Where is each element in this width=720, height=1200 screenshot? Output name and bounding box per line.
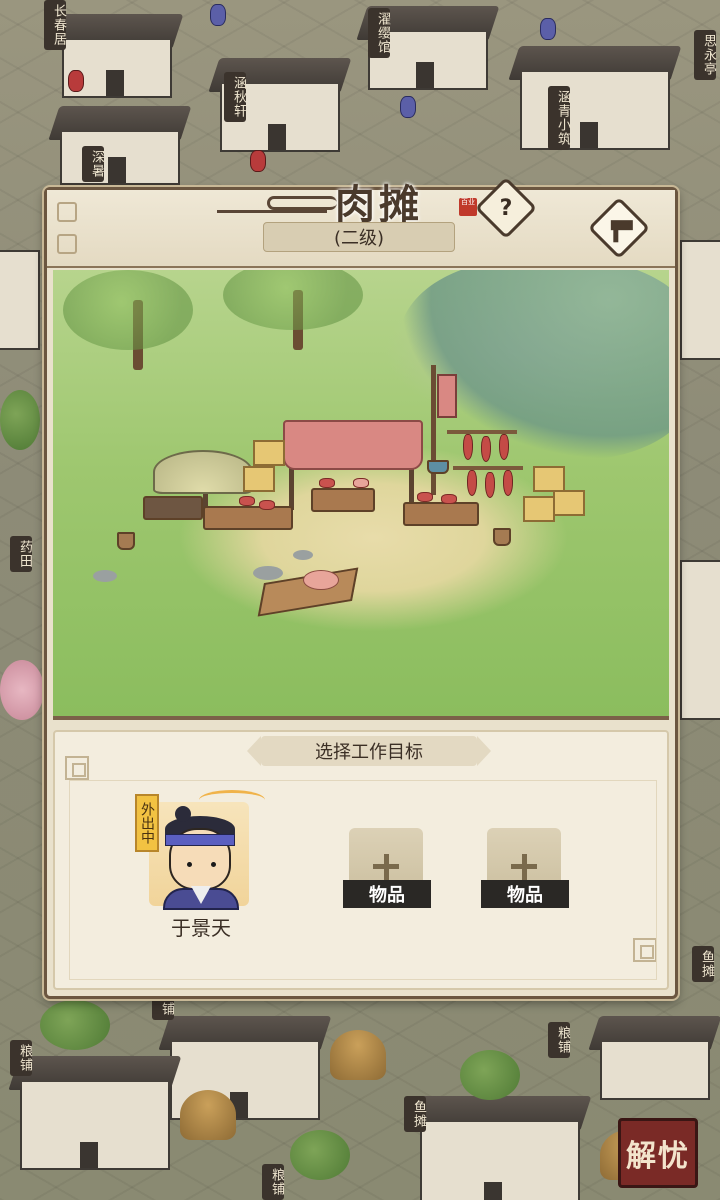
worker-card[interactable]: 外出中 于景天 bbox=[135, 790, 265, 940]
rock bbox=[293, 550, 313, 560]
work-target-header: 选择工作目标 bbox=[247, 736, 491, 766]
work-target-section: 选择工作目标 外出中 于景天 物品 物品 bbox=[53, 730, 669, 990]
meat bbox=[259, 500, 275, 510]
shop-banner bbox=[437, 374, 457, 418]
pig bbox=[303, 570, 339, 590]
map-sign[interactable]: 鱼摊 bbox=[404, 1096, 426, 1132]
house bbox=[8, 1056, 182, 1170]
aura-flare bbox=[199, 790, 265, 810]
house bbox=[680, 240, 720, 360]
meat bbox=[417, 492, 433, 502]
meat bbox=[319, 478, 335, 488]
hanging-meat bbox=[467, 470, 477, 496]
map-sign[interactable]: 粮铺 bbox=[262, 1164, 284, 1200]
side-table bbox=[143, 496, 203, 520]
drying-rack bbox=[453, 466, 523, 470]
banner-pole bbox=[431, 365, 436, 495]
map-sign[interactable]: 涵秋轩 bbox=[224, 72, 246, 122]
cliff bbox=[399, 270, 669, 460]
hanging-meat bbox=[485, 472, 495, 498]
crate bbox=[553, 490, 585, 516]
building-panel: 肉摊 百业 ? (二级) 选择工作目标 外出中 于景天 物品 物品 bbox=[44, 176, 678, 999]
question-icon: ? bbox=[499, 195, 513, 221]
hanging-meat bbox=[463, 434, 473, 460]
tree bbox=[63, 270, 193, 350]
hammer-handle bbox=[613, 224, 619, 243]
eye bbox=[211, 862, 216, 867]
pig-head bbox=[353, 478, 369, 488]
crate bbox=[523, 496, 555, 522]
blossom-tree bbox=[0, 660, 44, 720]
house bbox=[588, 1016, 720, 1100]
map-sign[interactable]: 深暑 bbox=[82, 146, 104, 182]
building-level: (二级) bbox=[263, 222, 455, 252]
tree bbox=[40, 1000, 110, 1050]
thatched-hut bbox=[180, 1090, 236, 1140]
worker-status-badge: 外出中 bbox=[135, 794, 159, 852]
rock bbox=[93, 570, 117, 582]
lantern bbox=[210, 4, 226, 26]
tree bbox=[223, 270, 363, 330]
item-slot-1[interactable]: 物品 bbox=[343, 828, 431, 912]
item-slot-2[interactable]: 物品 bbox=[481, 828, 569, 912]
corner-ornament bbox=[57, 202, 77, 222]
rock bbox=[253, 566, 283, 580]
tree bbox=[460, 1050, 520, 1100]
bucket bbox=[493, 528, 511, 546]
bucket bbox=[117, 532, 135, 550]
lantern bbox=[250, 150, 266, 172]
headband bbox=[165, 834, 235, 846]
hanging-meat bbox=[481, 436, 491, 462]
butcher-table bbox=[403, 502, 479, 526]
cloud-scroll-icon bbox=[267, 196, 337, 210]
eye bbox=[187, 862, 192, 867]
thatched-hut bbox=[330, 1030, 386, 1080]
hanging-meat bbox=[503, 470, 513, 496]
jieyou-button[interactable]: 解忧 bbox=[618, 1118, 698, 1188]
house bbox=[48, 106, 192, 185]
corner-ornament bbox=[57, 234, 77, 254]
item-slot-label: 物品 bbox=[481, 880, 569, 908]
plus-icon bbox=[511, 854, 537, 880]
hanging-meat bbox=[499, 434, 509, 460]
lantern bbox=[68, 70, 84, 92]
map-sign[interactable]: 铺 bbox=[152, 998, 174, 1020]
meat-stall-scene bbox=[53, 270, 669, 720]
butcher-table bbox=[203, 506, 293, 530]
tree bbox=[290, 1130, 350, 1180]
map-sign[interactable]: 粮铺 bbox=[10, 1040, 32, 1076]
crate bbox=[253, 440, 285, 466]
crate bbox=[533, 466, 565, 492]
tree bbox=[0, 390, 40, 450]
map-sign[interactable]: 药田 bbox=[10, 536, 32, 572]
butcher-table bbox=[311, 488, 375, 512]
meat bbox=[239, 496, 255, 506]
item-slot-label: 物品 bbox=[343, 880, 431, 908]
umbrella bbox=[153, 450, 253, 494]
house bbox=[508, 46, 682, 150]
crate bbox=[243, 466, 275, 492]
map-sign[interactable]: 长春居 bbox=[44, 0, 66, 50]
lantern bbox=[400, 96, 416, 118]
map-sign[interactable]: 粮铺 bbox=[548, 1022, 570, 1058]
map-sign[interactable]: 鱼摊 bbox=[692, 946, 714, 982]
house bbox=[0, 250, 40, 350]
stall-canopy bbox=[283, 420, 423, 470]
corner-ornament bbox=[65, 756, 89, 780]
seal-stamp-icon: 百业 bbox=[459, 198, 477, 216]
pot bbox=[427, 460, 449, 474]
map-sign[interactable]: 思永亭 bbox=[694, 30, 716, 80]
house bbox=[408, 1096, 592, 1200]
lantern bbox=[540, 18, 556, 40]
meat bbox=[441, 494, 457, 504]
plus-icon bbox=[373, 854, 399, 880]
map-sign[interactable]: 涵青小筑 bbox=[548, 86, 570, 150]
map-sign[interactable]: 濯缨馆 bbox=[368, 8, 390, 58]
title-decor-line bbox=[217, 210, 327, 213]
worker-name: 于景天 bbox=[171, 916, 231, 940]
hair-bun bbox=[175, 806, 191, 822]
house bbox=[680, 560, 720, 720]
drying-rack bbox=[447, 430, 517, 434]
